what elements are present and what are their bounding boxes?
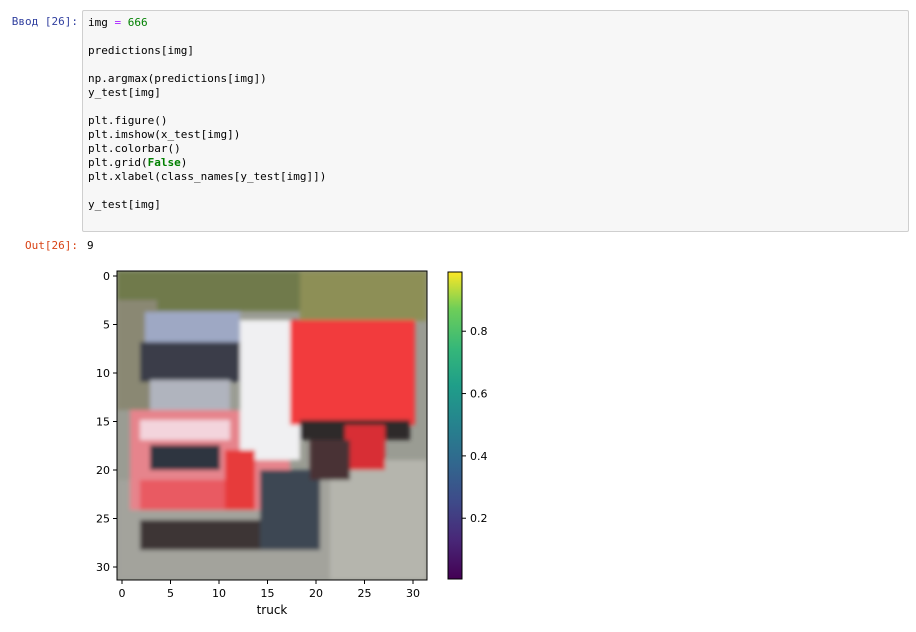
colorbar (447, 271, 463, 580)
y-tick-label: 5 (103, 319, 110, 332)
colorbar-tick-label: 0.4 (470, 450, 488, 463)
y-tick-label: 30 (96, 561, 110, 574)
y-tick-label: 15 (96, 416, 110, 429)
x-tick-label: 10 (212, 587, 226, 600)
x-axis-label: truck (257, 603, 288, 617)
y-tick-label: 0 (103, 270, 110, 283)
x-tick-label: 25 (358, 587, 372, 600)
x-tick-label: 20 (309, 587, 323, 600)
x-tick-label: 5 (167, 587, 174, 600)
x-tick-label: 30 (406, 587, 420, 600)
y-tick-label: 25 (96, 513, 110, 526)
y-tick-label: 10 (96, 367, 110, 380)
colorbar-tick-label: 0.6 (470, 388, 488, 401)
y-axis-ticks: 0 5 10 15 20 25 30 (96, 270, 117, 574)
colorbar-tick-label: 0.8 (470, 325, 488, 338)
matplotlib-figure: 0 5 10 15 20 25 30 051015202530 truck 0.20.40.… (96, 270, 488, 617)
x-tick-label: 15 (261, 587, 275, 600)
colorbar-ticks: 0.2 0.4 0.6 0.8 (462, 325, 488, 525)
x-tick-label: 0 (119, 587, 126, 600)
y-tick-label: 20 (96, 464, 110, 477)
colorbar-tick-label: 0.2 (470, 512, 488, 525)
x-axis-ticks: 0 5 10 15 20 25 30 (119, 580, 420, 600)
truck-image (117, 271, 427, 580)
